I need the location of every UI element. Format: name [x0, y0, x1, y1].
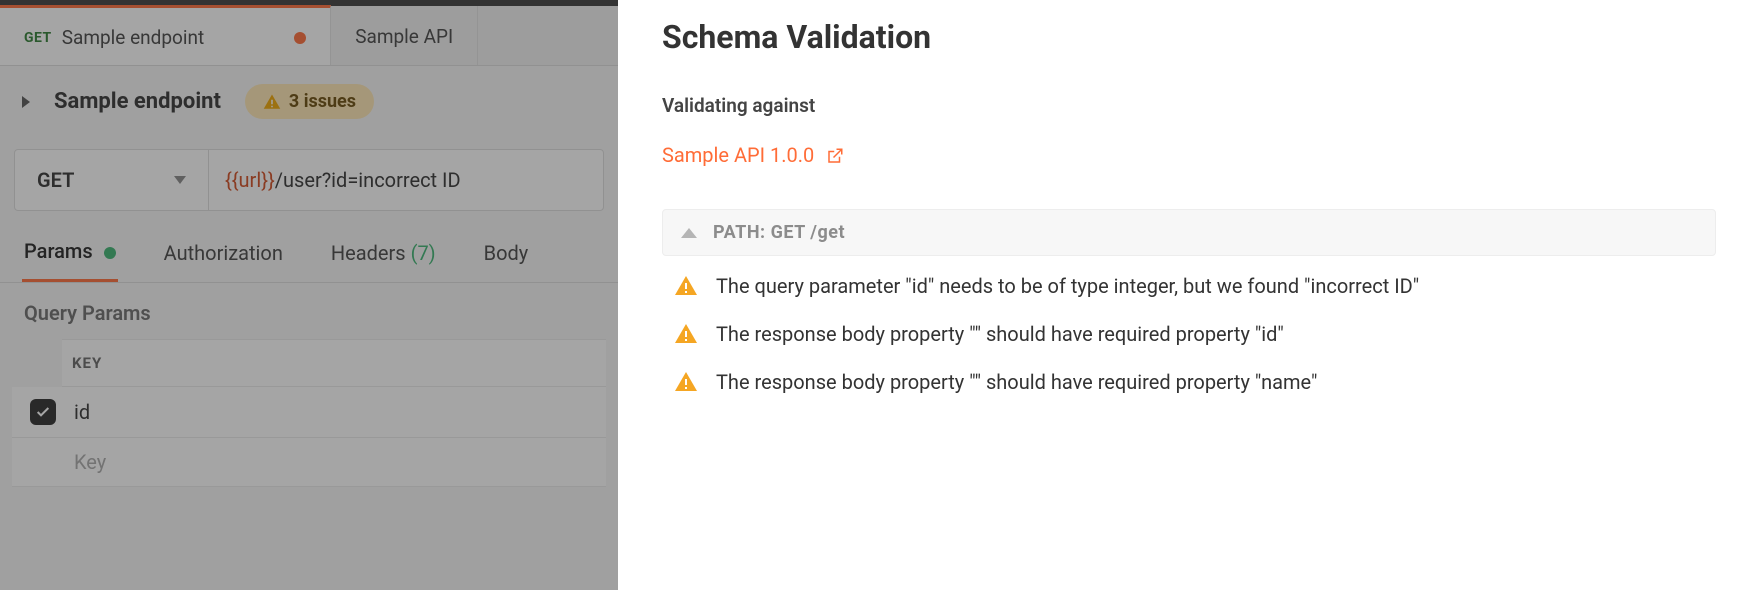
- validation-issue[interactable]: The response body property "" should hav…: [662, 352, 1716, 400]
- validating-against-label: Validating against: [662, 94, 1716, 117]
- subtab-body-label: Body: [484, 241, 529, 265]
- chevron-down-icon: [174, 176, 186, 184]
- validation-issue[interactable]: The response body property "" should hav…: [662, 304, 1716, 352]
- issue-text: The query parameter "id" needs to be of …: [716, 274, 1419, 298]
- request-title-row: Sample endpoint 3 issues: [0, 66, 618, 137]
- request-builder-pane: GET Sample endpoint Sample API Sample en…: [0, 0, 618, 590]
- request-subtabs: Params Authorization Headers (7) Body: [0, 211, 618, 283]
- check-icon: [35, 404, 51, 420]
- query-param-row-new[interactable]: Key: [12, 438, 606, 487]
- subtab-authorization[interactable]: Authorization: [162, 235, 285, 281]
- params-indicator-icon: [104, 247, 116, 259]
- issues-badge-text: 3 issues: [289, 91, 356, 112]
- subtab-body[interactable]: Body: [482, 235, 531, 281]
- unsaved-dot-icon: [294, 32, 306, 44]
- subtab-authorization-label: Authorization: [164, 241, 283, 265]
- http-method-value: GET: [37, 168, 74, 192]
- request-line: GET {{url}}/user?id=incorrect ID: [14, 149, 604, 211]
- tab-strip: GET Sample endpoint Sample API: [0, 6, 618, 66]
- subtab-params-label: Params: [24, 239, 93, 263]
- issue-text: The response body property "" should hav…: [716, 370, 1317, 394]
- query-params-title: Query Params: [0, 283, 618, 333]
- issue-text: The response body property "" should hav…: [716, 322, 1284, 346]
- panel-title: Schema Validation: [662, 18, 1716, 56]
- param-key-placeholder[interactable]: Key: [74, 450, 106, 474]
- issues-list: The query parameter "id" needs to be of …: [662, 256, 1716, 400]
- warning-icon: [674, 274, 698, 298]
- request-name: Sample endpoint: [54, 89, 221, 114]
- http-method-select[interactable]: GET: [15, 150, 209, 210]
- subtab-headers[interactable]: Headers (7): [329, 235, 438, 281]
- external-link-icon: [826, 146, 844, 164]
- headers-count: (7): [411, 241, 436, 265]
- url-path: /user?id=incorrect ID: [275, 168, 461, 192]
- validation-issue[interactable]: The query parameter "id" needs to be of …: [662, 256, 1716, 304]
- api-schema-name: Sample API 1.0.0: [662, 143, 814, 167]
- tab-label: Sample endpoint: [62, 26, 204, 49]
- warning-icon: [674, 322, 698, 346]
- param-key[interactable]: id: [74, 400, 90, 424]
- collapse-caret-icon[interactable]: [22, 96, 30, 108]
- api-schema-link[interactable]: Sample API 1.0.0: [662, 143, 1716, 167]
- schema-validation-panel: Schema Validation Validating against Sam…: [618, 0, 1760, 590]
- issues-badge[interactable]: 3 issues: [245, 84, 374, 119]
- subtab-params[interactable]: Params: [22, 233, 118, 282]
- warning-icon: [263, 93, 281, 111]
- key-column-header: KEY: [62, 339, 606, 387]
- warning-icon: [674, 370, 698, 394]
- url-input[interactable]: {{url}}/user?id=incorrect ID: [209, 150, 603, 210]
- tab-method-badge: GET: [24, 30, 52, 46]
- issue-group-path: PATH: GET /get: [713, 222, 845, 243]
- collapse-triangle-icon: [681, 228, 697, 238]
- tab-sample-endpoint[interactable]: GET Sample endpoint: [0, 5, 331, 65]
- issue-group-header[interactable]: PATH: GET /get: [662, 209, 1716, 256]
- tab-sample-api[interactable]: Sample API: [331, 6, 478, 65]
- query-param-row[interactable]: id: [12, 387, 606, 438]
- url-variable: {{url}}: [225, 168, 275, 192]
- tab-label: Sample API: [355, 25, 453, 48]
- subtab-headers-label: Headers: [331, 241, 406, 265]
- param-enabled-checkbox[interactable]: [30, 399, 56, 425]
